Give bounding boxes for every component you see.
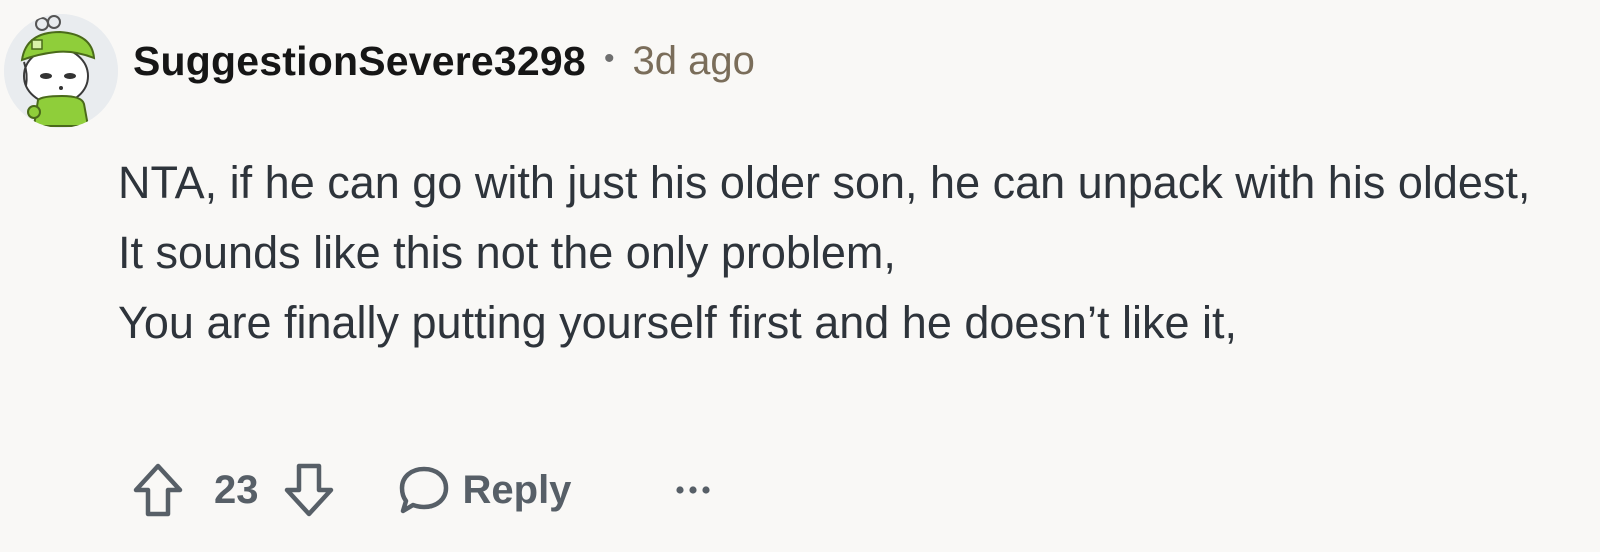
comment-paragraph: It sounds like this not the only problem… [118, 227, 896, 278]
snoo-avatar-icon [4, 14, 118, 128]
downvote-arrow-icon [284, 463, 333, 517]
downvote-button[interactable] [281, 462, 337, 518]
vote-score: 23 [214, 467, 259, 512]
comment-paragraph: You are finally putting yourself first a… [118, 297, 1237, 348]
comment-actions: 23 Reply [130, 462, 723, 518]
comment-body: NTA, if he can go with just his older so… [118, 148, 1578, 358]
upvote-button[interactable] [130, 462, 186, 518]
reply-button[interactable]: Reply [397, 463, 572, 517]
timestamp[interactable]: 3d ago [632, 39, 754, 84]
avatar[interactable] [4, 14, 118, 128]
speech-bubble-icon [399, 466, 448, 514]
separator-dot: • [603, 42, 615, 75]
comment-paragraph: NTA, if he can go with just his older so… [118, 157, 1531, 208]
upvote-arrow-icon [133, 463, 183, 517]
username-link[interactable]: SuggestionSevere3298 [133, 38, 586, 85]
comment-header: SuggestionSevere3298 • 3d ago [133, 36, 755, 86]
more-options-button[interactable] [663, 462, 723, 518]
ellipsis-icon [676, 486, 711, 494]
reply-label: Reply [462, 467, 572, 512]
